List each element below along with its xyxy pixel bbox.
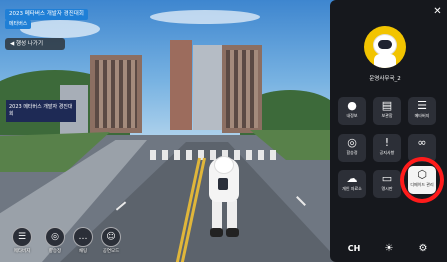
bag-icon: ▤	[381, 99, 393, 112]
bottom-button-performance[interactable]: ☺ 공연모드	[99, 227, 123, 254]
close-icon[interactable]: ✕	[432, 6, 443, 17]
avatar-shoe	[210, 228, 223, 237]
bottom-button-chat[interactable]: … 채팅	[71, 227, 95, 254]
link-icon: ∞	[417, 136, 427, 149]
menu-label: 내정보	[346, 113, 358, 118]
astronaut-avatar-icon[interactable]	[364, 26, 406, 68]
menu-board[interactable]: ▭ 명시판	[373, 170, 401, 198]
menu-label: 보관함	[381, 113, 393, 118]
brightness-icon[interactable]: ☀	[380, 241, 398, 257]
astronaut-body	[374, 54, 396, 68]
settings-gear-icon[interactable]: ⚙	[414, 241, 432, 257]
exit-planet-button[interactable]: ◀ 행성 나가기	[5, 38, 65, 50]
cloud	[20, 20, 100, 38]
bottom-button-label: 메타버지	[13, 249, 31, 254]
world-sign-text: 2023 메타버스 개발자 경진대회	[9, 104, 73, 117]
menu-label: 명시판	[381, 186, 393, 191]
chat-icon: …	[73, 227, 93, 247]
player-avatar-chest	[218, 178, 228, 190]
robot-icon: ☺	[101, 227, 121, 247]
menu-my-info[interactable]: ● 내정보	[338, 97, 366, 125]
channel-icon[interactable]: CH	[345, 241, 363, 257]
back-arrow-icon: ◀	[10, 41, 15, 47]
bottom-button-label: 공연모드	[102, 249, 120, 254]
highlight-circle	[400, 157, 444, 203]
cloud-icon: ☁	[346, 172, 358, 185]
menu-label: 개인 자료소	[342, 186, 362, 191]
channel-label: CH	[347, 244, 361, 253]
bottom-button-spiral[interactable]: ◎ 향승정	[43, 227, 67, 254]
spiral-icon: ◎	[45, 227, 65, 247]
avatar-shoe	[226, 228, 239, 237]
notice-bubble-icon: !	[384, 136, 390, 149]
bottom-button-label: 채팅	[78, 249, 88, 254]
building-windows	[226, 50, 258, 128]
building	[170, 40, 192, 130]
bottom-toolbar: ☰ 메타버지 ◎ 향승정 … 채팅 ☺ 공연모드	[10, 227, 130, 259]
cloud	[150, 10, 260, 24]
metaverse-screen: 2023 메타버스 개발자 경진대회 2023 메타버스 개발자 경진대회 메타…	[0, 0, 447, 262]
event-title-badge: 2023 메타버스 개발자 경진대회	[5, 9, 88, 20]
player-avatar-head	[214, 156, 234, 174]
menu-metaverse[interactable]: ☰ 메타버지	[408, 97, 436, 125]
menu-label: 공지사항	[379, 150, 395, 155]
board-icon: ▭	[381, 172, 393, 185]
event-subtitle-badge: 메타버스	[5, 20, 32, 29]
panel-bottom-bar: CH ☀ ⚙	[330, 236, 447, 262]
world-sign: 2023 메타버스 개발자 경진대회	[6, 100, 76, 122]
building-windows	[95, 60, 137, 128]
person-icon: ●	[347, 99, 357, 112]
spiral-icon: ◎	[347, 136, 357, 149]
menu-label: 메타버지	[414, 113, 430, 118]
menu-spiral[interactable]: ◎ 함승정	[338, 134, 366, 162]
menu-storage[interactable]: ▤ 보관함	[373, 97, 401, 125]
menu-lines-icon: ☰	[417, 99, 427, 112]
exit-planet-label: 행성 나가기	[15, 41, 44, 47]
menu-personal-files[interactable]: ☁ 개인 자료소	[338, 170, 366, 198]
bottom-button-label: 향승정	[48, 249, 62, 254]
menu-lines-icon: ☰	[12, 227, 32, 247]
profile-name: 운영사무국_2	[369, 76, 401, 82]
menu-notice[interactable]: ! 공지사항	[373, 134, 401, 162]
avatar-leg	[212, 200, 222, 230]
avatar-leg	[227, 200, 237, 230]
astronaut-visor	[378, 40, 392, 49]
bottom-button-metaverse[interactable]: ☰ 메타버지	[10, 227, 34, 254]
menu-label: 함승정	[346, 150, 358, 155]
